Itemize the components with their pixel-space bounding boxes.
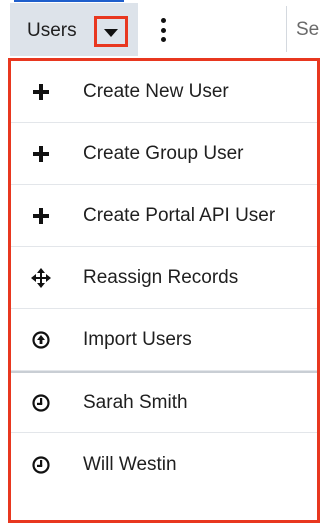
more-options-dot (160, 27, 166, 33)
menu-item-create-new-user[interactable]: Create New User (11, 61, 317, 123)
users-actions-menu: Create New User Create Group User Create… (8, 58, 320, 523)
more-options-dot (160, 18, 166, 23)
more-options-icon[interactable] (153, 18, 173, 42)
menu-item-reassign-records[interactable]: Reassign Records (11, 247, 317, 309)
clock-icon (31, 455, 51, 475)
menu-item-recent-will-westin[interactable]: Will Westin (11, 434, 317, 496)
plus-icon (31, 144, 51, 164)
page: Users Se Create New User Create Group Us… (0, 0, 323, 525)
upload-circle-icon (31, 330, 51, 350)
menu-item-recent-sarah-smith[interactable]: Sarah Smith (11, 371, 317, 433)
users-dropdown-toggle[interactable] (94, 16, 128, 47)
menu-item-label: Create Portal API User (83, 204, 276, 226)
plus-icon (31, 206, 51, 226)
clock-icon (31, 393, 51, 413)
menu-item-label: Import Users (83, 328, 192, 350)
menu-item-create-portal-api-user[interactable]: Create Portal API User (11, 185, 317, 247)
more-options-dot (160, 37, 166, 42)
menu-item-import-users[interactable]: Import Users (11, 309, 317, 371)
top-nav: Users Se (0, 0, 323, 56)
menu-item-label: Reassign Records (83, 266, 239, 288)
menu-item-label: Create New User (83, 80, 229, 102)
menu-item-label: Create Group User (83, 142, 244, 164)
nav-divider (286, 6, 287, 52)
menu-item-create-group-user[interactable]: Create Group User (11, 123, 317, 185)
menu-item-label: Sarah Smith (83, 391, 188, 413)
search-tab-label[interactable]: Se (296, 18, 319, 42)
move-arrows-icon (31, 267, 51, 288)
users-tab-label[interactable]: Users (27, 19, 77, 43)
plus-icon (31, 82, 51, 102)
chevron-down-icon (104, 28, 118, 37)
menu-item-label: Will Westin (83, 454, 177, 475)
users-tab[interactable]: Users (10, 3, 138, 56)
